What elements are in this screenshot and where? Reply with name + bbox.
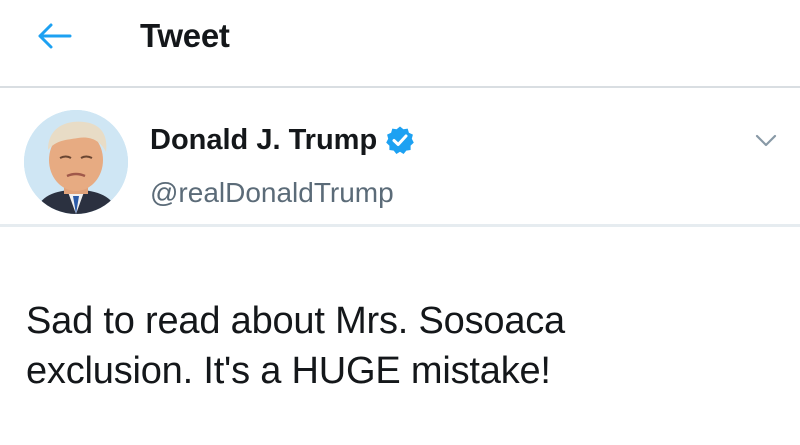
page-title: Tweet	[140, 17, 230, 54]
tweet-screen: Tweet Donald J. Trump @realDonaldTrump S…	[0, 0, 800, 445]
profile-photo	[24, 110, 128, 214]
tweet-text: Sad to read about Mrs. Sosoaca exclusion…	[26, 296, 786, 396]
tweet-text-line: exclusion. It's a HUGE mistake!	[26, 350, 551, 392]
tweet-menu-button[interactable]	[752, 128, 780, 152]
back-button[interactable]	[28, 14, 80, 58]
tweet-text-line: Sad to read about Mrs. Sosoaca	[26, 300, 565, 342]
chevron-down-icon	[755, 134, 777, 147]
top-app-bar: Tweet	[0, 0, 800, 84]
tweet-author: Donald J. Trump @realDonaldTrump	[0, 88, 800, 226]
author-name-row[interactable]: Donald J. Trump	[150, 122, 415, 158]
display-name: Donald J. Trump	[150, 124, 378, 156]
avatar[interactable]	[24, 110, 128, 214]
verified-badge-icon	[385, 125, 415, 155]
arrow-left-icon	[38, 23, 72, 49]
section-divider	[0, 224, 800, 227]
author-handle[interactable]: @realDonaldTrump	[150, 176, 394, 210]
